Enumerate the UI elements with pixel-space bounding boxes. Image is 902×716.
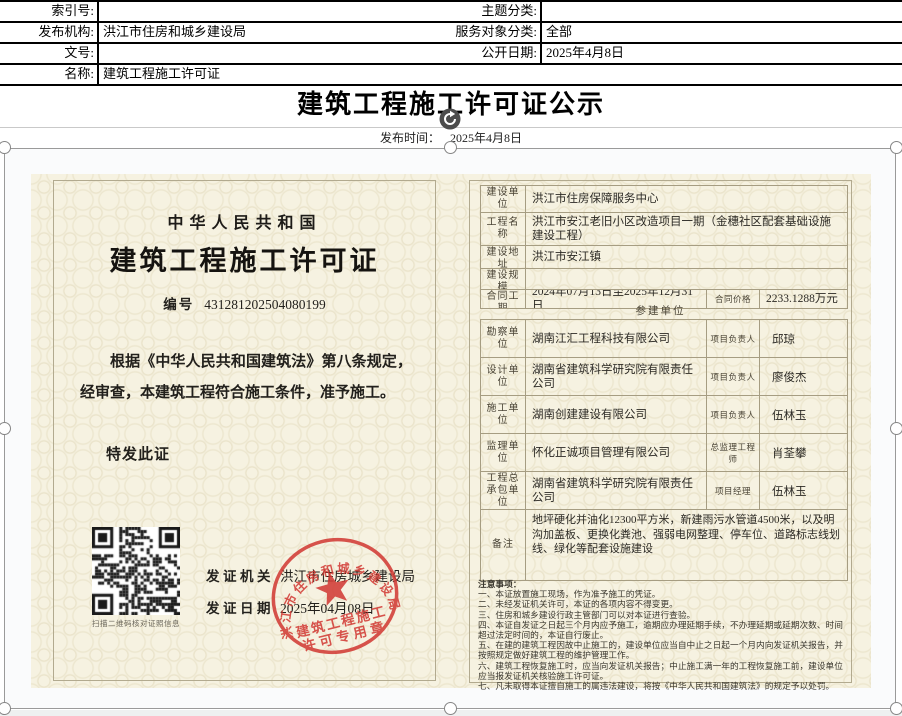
table-row: 工程名称 洪江市安江老旧小区改造项目一期（金穗社区配套基础设施建设工程） (481, 213, 847, 246)
publish-time-value: 2025年4月8日 (450, 131, 523, 145)
resize-handle-mid-right[interactable] (890, 422, 902, 435)
party-company-cell: 湖南创建建设有限公司 (526, 396, 707, 433)
meta-row: 文号: 公开日期: 2025年4月8日 (0, 44, 902, 65)
note-line: 一、本证放置施工现场，作为准予施工的凭证。 (478, 589, 661, 600)
qr-caption: 扫描二维码核对证照信息 (92, 619, 180, 628)
party-label-cell: 工程总承包单位 (481, 472, 526, 509)
index-no-value (97, 2, 448, 21)
doc-no-label: 文号: (64, 45, 94, 60)
remark-row: 备注 地坪硬化并油化12300平方米，新建雨污水管道4500米，以及明沟加盖板、… (481, 510, 847, 580)
certificate-paper: 中华人民共和国 建筑工程施工许可证 编号 431281202504080199 根… (31, 174, 871, 691)
party-person-cell: 伍林玉 (772, 485, 807, 498)
certificate-number-value: 431281202504080199 (204, 297, 326, 312)
note-line: 三、住房和城乡建设行政主管部门可以对本证进行查验。 (478, 609, 696, 620)
table-row: 设计单位 湖南省建筑科学研究院有限责任公司 项目负责人 廖俊杰 (481, 358, 847, 396)
resize-handle-top-center[interactable] (444, 141, 457, 154)
party-person-cell: 邱琼 (772, 333, 795, 346)
party-role-cell: 项目负责人 (707, 358, 760, 395)
table-row: 建设单位 洪江市住房保障服务中心 (481, 186, 847, 213)
meta-table: 索引号: 主题分类: 发布机构: 洪江市住房和城乡建设局 服务对象分类: 全部 … (0, 0, 902, 86)
table-row: 工程总承包单位 湖南省建筑科学研究院有限责任公司 项目经理 伍林玉 (481, 472, 847, 510)
name-label: 名称: (64, 66, 94, 81)
row-label-cell: 建设规模 (481, 269, 526, 289)
party-role-cell: 项目负责人 (707, 320, 760, 357)
party-label-cell: 施工单位 (481, 396, 526, 433)
resize-handle-bottom-center[interactable] (444, 702, 457, 715)
index-no-label: 索引号: (51, 3, 94, 18)
party-company-cell: 湖南省建筑科学研究院有限责任公司 (526, 358, 707, 395)
parties-section-header: 参建单位 (635, 306, 686, 317)
row-label-cell: 建设单位 (481, 186, 526, 212)
certificate-number: 编号 431281202504080199 (54, 293, 435, 313)
row-label-cell: 工程名称 (481, 213, 526, 245)
service-target-value: 全部 (540, 23, 898, 42)
certificate-body-text: 根据《中华人民共和国建筑法》第八条规定，经审查，本建筑工程符合施工条件，准予施工… (80, 354, 412, 401)
page: 索引号: 主题分类: 发布机构: 洪江市住房和城乡建设局 服务对象分类: 全部 … (0, 0, 902, 716)
party-person-cell: 伍林玉 (772, 409, 807, 422)
party-label-cell: 监理单位 (481, 434, 526, 471)
qr-code (92, 527, 180, 615)
party-role-cell: 项目负责人 (707, 396, 760, 433)
service-target-label: 服务对象分类: (455, 24, 537, 39)
row-value-cell: 洪江市住房保障服务中心 (532, 193, 659, 205)
parties-table: 勘察单位 湖南江汇工程科技有限公司 项目负责人 邱琼 设计单位 湖南省建筑科学研… (480, 319, 848, 581)
party-person-cell: 廖俊杰 (772, 371, 807, 384)
issue-statement: 特发此证 (106, 447, 171, 463)
certificate-title: 建筑工程施工许可证 (109, 246, 380, 276)
table-row: 建设地址 洪江市安江镇 (481, 246, 847, 269)
party-role-cell: 总监理工程师 (707, 434, 760, 471)
publish-date-label: 公开日期: (481, 45, 537, 60)
publisher-value: 洪江市住房和城乡建设局 (97, 23, 448, 42)
note-line: 二、未经发证机关许可，本证的各项内容不得变更。 (478, 599, 678, 610)
party-label-cell: 勘察单位 (481, 320, 526, 357)
party-role-cell: 项目经理 (707, 472, 760, 509)
certificate-number-label: 编号 (163, 297, 195, 312)
project-info-table: 建设单位 洪江市住房保障服务中心 工程名称 洪江市安江老旧小区改造项目一期（金穗… (480, 185, 848, 309)
publish-time-label: 发布时间： (379, 131, 440, 145)
resize-handle-top-right[interactable] (890, 141, 902, 154)
party-company-cell: 怀化正诚项目管理有限公司 (526, 434, 707, 471)
note-line: 七、凡未取得本证擅自施工的属违法建设，将按《中华人民共和国建筑法》的规定予以处罚… (478, 681, 835, 692)
notes-title: 注意事项： (478, 579, 522, 589)
doc-no-value (97, 44, 448, 63)
row-value-cell: 洪江市安江老旧小区改造项目一期（金穗社区配套基础设施建设工程） (532, 216, 831, 242)
row-label-cell: 建设地址 (481, 246, 526, 268)
row-value-cell: 洪江市安江镇 (532, 251, 601, 263)
note-line: 四、本证自发证之日起三个月内应予施工，逾期应办理延期手续，不办理延期或延期次数、… (478, 619, 843, 641)
party-company-cell: 湖南江汇工程科技有限公司 (526, 320, 707, 357)
remark-value: 地坪硬化并油化12300平方米，新建雨污水管道4500米，以及明沟加盖板、更换化… (532, 514, 840, 555)
qr-block: 扫描二维码核对证照信息 (82, 527, 190, 629)
topic-class-value (540, 2, 898, 21)
topic-class-label: 主题分类: (481, 3, 537, 18)
certificate-left-page: 中华人民共和国 建筑工程施工许可证 编号 431281202504080199 根… (53, 180, 436, 681)
certificate-right-page: 建设单位 洪江市住房保障服务中心 工程名称 洪江市安江老旧小区改造项目一期（金穗… (469, 180, 852, 691)
meta-row: 发布机构: 洪江市住房和城乡建设局 服务对象分类: 全部 (0, 23, 902, 44)
table-row: 监理单位 怀化正诚项目管理有限公司 总监理工程师 肖荃攀 (481, 434, 847, 472)
remark-label: 备注 (481, 510, 526, 580)
note-line: 五、在建的建筑工程因故中止施工的，建设单位应当自中止之日起一个月内向发证机关报告… (478, 640, 843, 661)
note-line: 六、建筑工程恢复施工时，应当向发证机关报告；中止施工满一年的工程恢复施工前，建设… (478, 660, 843, 681)
table-row: 勘察单位 湖南江汇工程科技有限公司 项目负责人 邱琼 (481, 320, 847, 358)
publisher-label: 发布机构: (38, 24, 94, 39)
country-heading: 中华人民共和国 (167, 215, 322, 232)
meta-row: 索引号: 主题分类: (0, 2, 902, 23)
party-company-cell: 湖南省建筑科学研究院有限责任公司 (526, 472, 707, 509)
party-label-cell: 设计单位 (481, 358, 526, 395)
publish-date-value: 2025年4月8日 (540, 44, 898, 63)
table-row: 建设规模 (481, 269, 847, 290)
meta-row: 名称: 建筑工程施工许可证 (0, 65, 902, 86)
permit-image[interactable]: 中华人民共和国 建筑工程施工许可证 编号 431281202504080199 根… (4, 148, 896, 709)
table-row: 施工单位 湖南创建建设有限公司 项目负责人 伍林玉 (481, 396, 847, 434)
rotate-handle[interactable] (439, 108, 461, 130)
official-stamp: 洪江市住房和城乡建设局 建筑工程施工 许可专用章 (265, 537, 403, 654)
row-value-cell (526, 269, 846, 289)
notes-block: 注意事项： 一、本证放置施工现场，作为准予施工的凭证。 二、未经发证机关许可，本证… (478, 579, 846, 691)
name-value: 建筑工程施工许可证 (97, 65, 898, 84)
party-person-cell: 肖荃攀 (772, 447, 807, 460)
resize-handle-bottom-right[interactable] (890, 702, 902, 715)
